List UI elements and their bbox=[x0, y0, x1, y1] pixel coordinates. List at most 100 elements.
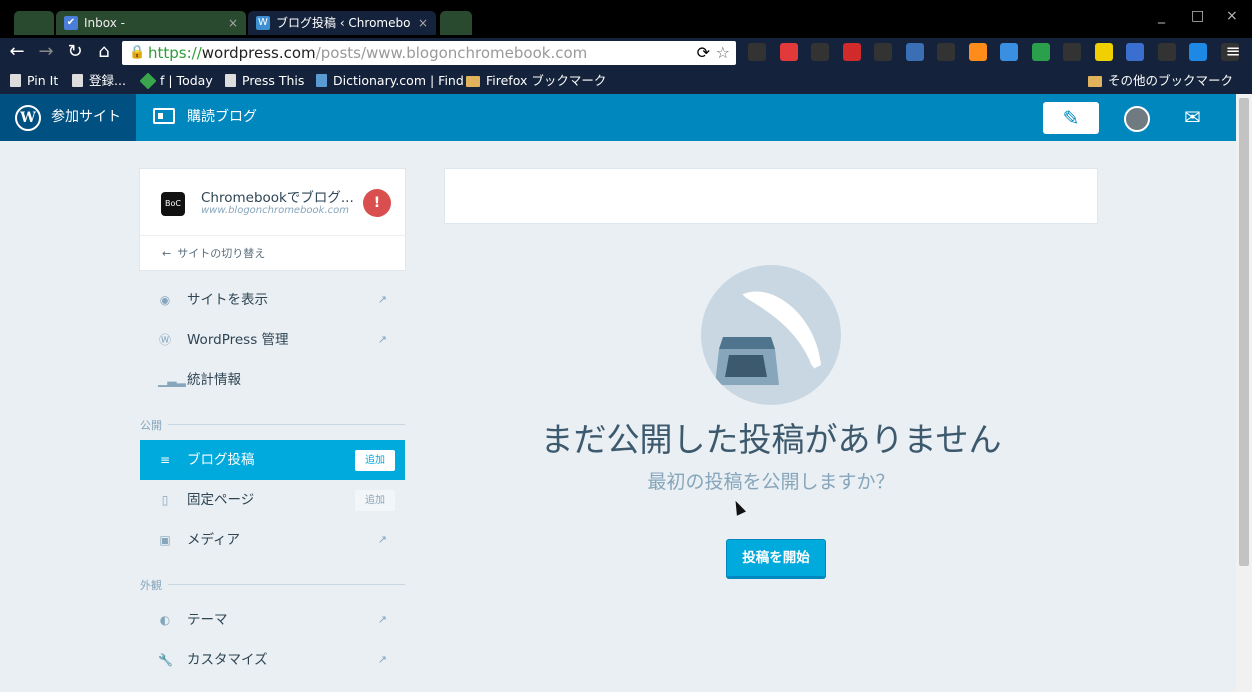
sidebar-item-view-site[interactable]: ◉ サイトを表示 ↗ bbox=[140, 280, 405, 320]
sidebar-item-pages[interactable]: ▯ 固定ページ 追加 bbox=[140, 480, 405, 520]
tab-title: Inbox - bbox=[84, 16, 125, 30]
tab-close-icon[interactable]: × bbox=[228, 11, 238, 35]
page-scrollbar[interactable] bbox=[1236, 94, 1252, 692]
maximize-icon[interactable]: □ bbox=[1191, 8, 1204, 24]
extension-icon[interactable] bbox=[969, 43, 987, 61]
page-icon bbox=[10, 74, 21, 87]
extension-icon[interactable] bbox=[1189, 43, 1207, 61]
sync-icon[interactable]: ⟳ bbox=[697, 41, 710, 65]
extension-icon[interactable] bbox=[1000, 43, 1018, 61]
external-link-icon: ↗ bbox=[377, 533, 387, 546]
lock-icon: 🔒 bbox=[129, 45, 146, 60]
sidebar-item-label: WordPress 管理 bbox=[187, 332, 289, 348]
extension-icon[interactable] bbox=[1032, 43, 1050, 61]
bookmark-label: 登録... bbox=[89, 73, 126, 88]
reload-icon[interactable]: ↻ bbox=[64, 41, 86, 63]
sidebar-item-posts[interactable]: ≡ ブログ投稿 追加 bbox=[140, 440, 405, 480]
section-divider bbox=[168, 424, 405, 425]
posts-filter-bar bbox=[444, 168, 1098, 224]
add-page-button[interactable]: 追加 bbox=[355, 490, 395, 511]
empty-posts-illustration bbox=[701, 265, 841, 405]
browser-tab[interactable] bbox=[14, 11, 54, 35]
site-url: www.blogonchromebook.com bbox=[201, 205, 349, 216]
extension-icon[interactable] bbox=[1126, 43, 1144, 61]
bookmark-item[interactable]: 登録... bbox=[72, 69, 126, 93]
sidebar-item-label: ブログ投稿 bbox=[187, 452, 255, 468]
extension-icon[interactable] bbox=[906, 43, 924, 61]
bookmark-label: Pin It bbox=[27, 73, 59, 88]
bookmark-label: Firefox ブックマーク bbox=[486, 73, 607, 88]
sidebar-item-wp-admin[interactable]: Ⓦ WordPress 管理 ↗ bbox=[140, 320, 405, 360]
bookmark-item[interactable]: f | Today bbox=[139, 69, 213, 93]
back-icon[interactable]: ← bbox=[6, 41, 28, 63]
reader-button[interactable]: 購読ブログ bbox=[153, 94, 257, 141]
extension-icon[interactable] bbox=[1095, 43, 1113, 61]
tab-title: ブログ投稿 ‹ Chromebo bbox=[276, 16, 411, 30]
extension-icon[interactable] bbox=[748, 43, 766, 61]
bookmark-star-icon[interactable]: ☆ bbox=[716, 41, 730, 65]
browser-toolbar: ← → ↻ ⌂ 🔒 https://wordpress.com/posts/ww… bbox=[0, 38, 1252, 68]
sidebar-item-stats[interactable]: ▁▃▂ 統計情報 bbox=[140, 360, 405, 400]
warning-icon[interactable]: ! bbox=[363, 189, 391, 217]
sidebar-item-customize[interactable]: 🔧 カスタマイズ ↗ bbox=[140, 640, 405, 680]
minimize-icon[interactable]: _ bbox=[1158, 8, 1165, 24]
empty-state-title: まだ公開した投稿がありません bbox=[540, 420, 1002, 459]
my-sites-button[interactable]: W 参加サイト bbox=[0, 94, 136, 141]
extension-icon[interactable] bbox=[937, 43, 955, 61]
bookmark-item[interactable]: Dictionary.com | Find bbox=[316, 69, 464, 93]
inbox-favicon-icon: ✔ bbox=[64, 16, 78, 30]
external-link-icon: ↗ bbox=[377, 653, 387, 666]
extension-icon[interactable] bbox=[780, 43, 798, 61]
reader-label: 購読ブログ bbox=[187, 109, 257, 125]
pages-icon: ▯ bbox=[161, 493, 169, 507]
folder-icon bbox=[1088, 76, 1102, 87]
bookmark-label: Dictionary.com | Find bbox=[333, 73, 464, 88]
wordpress-favicon-icon: W bbox=[256, 16, 270, 30]
wordpress-logo-icon: W bbox=[15, 105, 41, 131]
section-divider bbox=[168, 584, 405, 585]
browser-tab-inbox[interactable]: ✔ Inbox - × bbox=[56, 11, 246, 35]
switch-site-label: サイトの切り替え bbox=[177, 247, 266, 260]
sidebar-item-label: テーマ bbox=[187, 612, 228, 628]
bookmark-folder[interactable]: Firefox ブックマーク bbox=[466, 69, 606, 93]
notifications-icon[interactable]: ✉ bbox=[1184, 105, 1201, 129]
bookmark-label: f | Today bbox=[160, 73, 213, 88]
page-icon bbox=[72, 74, 83, 87]
write-post-button[interactable]: ✎ bbox=[1043, 102, 1099, 134]
extension-icon[interactable] bbox=[1063, 43, 1081, 61]
browser-tab-strip: ✔ Inbox - × W ブログ投稿 ‹ Chromebo × _ □ × bbox=[0, 0, 1252, 40]
mouse-cursor bbox=[731, 498, 746, 516]
bookmark-item[interactable]: Press This bbox=[225, 69, 304, 93]
bookmark-item[interactable]: Pin It bbox=[10, 69, 58, 93]
forward-icon[interactable]: → bbox=[35, 41, 57, 63]
stats-icon: ▁▃▂ bbox=[158, 373, 186, 387]
address-bar[interactable]: 🔒 https://wordpress.com/posts/www.blogon… bbox=[122, 41, 736, 65]
sidebar-item-media[interactable]: ▣ メディア ↗ bbox=[140, 520, 405, 560]
sidebar-item-label: 固定ページ bbox=[187, 492, 255, 508]
extension-icon[interactable] bbox=[843, 43, 861, 61]
user-avatar[interactable] bbox=[1124, 106, 1150, 132]
current-site-card[interactable]: BoC Chromebookでブログ... www.blogonchromebo… bbox=[139, 168, 406, 271]
wp-masterbar: W 参加サイト 購読ブログ ✎ ✉ bbox=[0, 94, 1236, 141]
start-post-button[interactable]: 投稿を開始 bbox=[726, 539, 826, 579]
other-bookmarks[interactable]: その他のブックマーク bbox=[1088, 69, 1233, 93]
tab-close-icon[interactable]: × bbox=[418, 11, 428, 35]
window-close-icon[interactable]: × bbox=[1226, 8, 1238, 24]
sidebar-item-themes[interactable]: ◐ テーマ ↗ bbox=[140, 600, 405, 640]
scrollbar-thumb[interactable] bbox=[1239, 98, 1249, 566]
url-host: wordpress.com bbox=[201, 44, 316, 62]
home-icon[interactable]: ⌂ bbox=[93, 41, 115, 63]
extension-icon[interactable] bbox=[811, 43, 829, 61]
extension-icon[interactable] bbox=[1158, 43, 1176, 61]
new-tab-button[interactable] bbox=[440, 11, 472, 35]
switch-site-button[interactable]: ← サイトの切り替え bbox=[140, 235, 405, 271]
write-post-icon: ✎ bbox=[1062, 106, 1080, 130]
folder-icon bbox=[466, 76, 480, 87]
url-scheme: https:// bbox=[148, 44, 202, 62]
bookmark-label: その他のブックマーク bbox=[1108, 73, 1234, 88]
add-post-button[interactable]: 追加 bbox=[355, 450, 395, 471]
extension-icon[interactable] bbox=[874, 43, 892, 61]
bookmark-label: Press This bbox=[242, 73, 305, 88]
browser-tab-posts[interactable]: W ブログ投稿 ‹ Chromebo × bbox=[248, 11, 436, 35]
menu-icon[interactable]: ≡ bbox=[1222, 41, 1244, 63]
